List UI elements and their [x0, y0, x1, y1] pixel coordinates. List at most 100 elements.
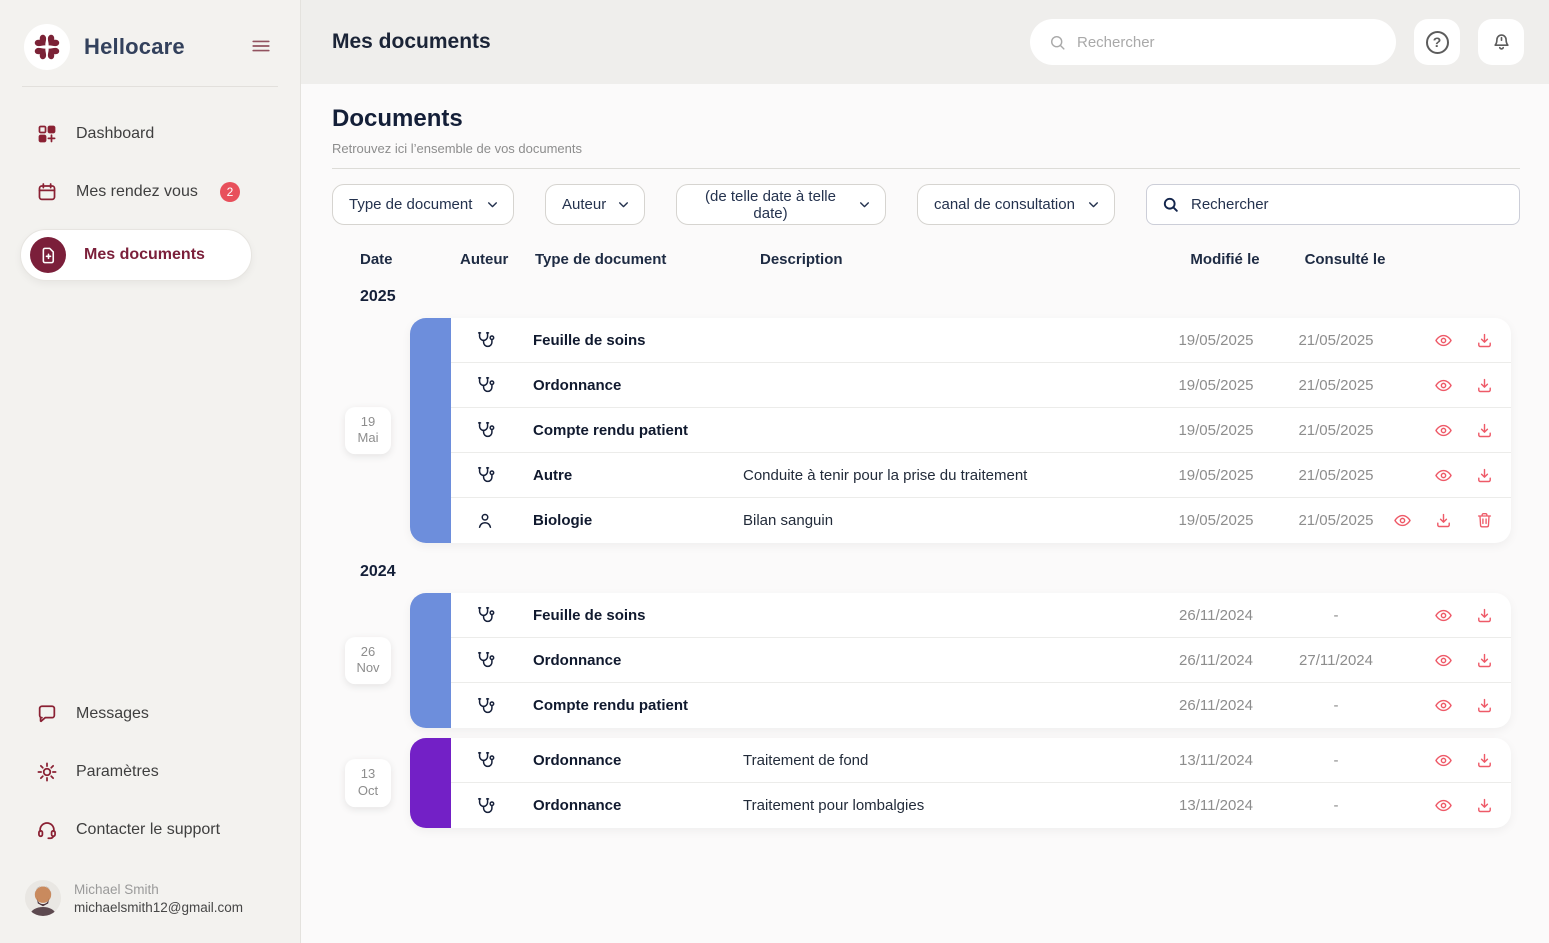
topbar: Mes documents	[301, 0, 1549, 84]
document-description: Traitement pour lombalgies	[743, 797, 1156, 814]
document-description: Traitement de fond	[743, 752, 1156, 769]
modified-date: 26/11/2024	[1156, 697, 1276, 714]
sidebar-item-parametres[interactable]: Paramètres	[20, 751, 280, 793]
row-actions	[1396, 696, 1511, 715]
user-profile[interactable]: Michael Smith michaelsmith12@gmail.com	[0, 855, 300, 943]
stethoscope-icon	[451, 605, 533, 625]
filter-author[interactable]: Auteur	[545, 184, 645, 225]
document-row[interactable]: Ordonnance26/11/202427/11/2024	[451, 638, 1511, 683]
document-row[interactable]: Feuille de soins26/11/2024-	[451, 593, 1511, 638]
sidebar-item-label: Mes rendez vous	[76, 183, 198, 201]
document-row[interactable]: AutreConduite à tenir pour la prise du t…	[451, 453, 1511, 498]
row-actions	[1396, 466, 1511, 485]
eye-icon[interactable]	[1434, 751, 1453, 770]
eye-icon[interactable]	[1434, 331, 1453, 350]
notifications-button[interactable]	[1478, 19, 1524, 65]
stethoscope-icon	[451, 750, 533, 770]
filters-row: Type de document Auteur (de telle date à…	[332, 184, 1520, 225]
trash-icon[interactable]	[1475, 511, 1494, 530]
stethoscope-icon	[451, 696, 533, 716]
download-icon[interactable]	[1475, 796, 1494, 815]
page-header-title: Mes documents	[332, 30, 491, 54]
year-section: 202519MaiFeuille de soins19/05/202521/05…	[332, 288, 1520, 543]
user-name: Michael Smith	[74, 882, 243, 897]
global-search[interactable]	[1030, 19, 1396, 65]
sidebar-footer-nav: Messages Paramètres Contacter le support	[0, 667, 300, 855]
document-group: 19MaiFeuille de soins19/05/202521/05/202…	[410, 318, 1511, 543]
eye-icon[interactable]	[1393, 511, 1412, 530]
rendezvous-count-badge: 2	[220, 182, 240, 202]
document-row[interactable]: OrdonnanceTraitement de fond13/11/2024-	[451, 738, 1511, 783]
document-type: Ordonnance	[533, 652, 743, 669]
download-icon[interactable]	[1434, 511, 1453, 530]
eye-icon[interactable]	[1434, 376, 1453, 395]
chevron-down-icon	[1087, 198, 1100, 211]
eye-icon[interactable]	[1434, 696, 1453, 715]
modified-date: 19/05/2025	[1156, 422, 1276, 439]
document-row[interactable]: BiologieBilan sanguin19/05/202521/05/202…	[451, 498, 1511, 543]
sidebar: Hellocare Dashboard Mes rendez vous 2 Me…	[0, 0, 301, 943]
consulted-date: 21/05/2025	[1276, 332, 1396, 349]
modified-date: 26/11/2024	[1156, 607, 1276, 624]
document-row[interactable]: Compte rendu patient26/11/2024-	[451, 683, 1511, 728]
filter-document-type[interactable]: Type de document	[332, 184, 514, 225]
date-badge: 13Oct	[345, 759, 391, 807]
filter-consultation-channel[interactable]: canal de consultation	[917, 184, 1115, 225]
date-badge: 19Mai	[345, 407, 391, 455]
help-icon	[1426, 31, 1449, 54]
hellocare-logo-icon	[24, 24, 70, 70]
documents-search[interactable]	[1146, 184, 1520, 225]
group-accent-bar	[410, 593, 451, 728]
eye-icon[interactable]	[1434, 466, 1453, 485]
row-actions	[1396, 376, 1511, 395]
sidebar-item-dashboard[interactable]: Dashboard	[20, 113, 280, 155]
global-search-input[interactable]	[1077, 34, 1378, 51]
download-icon[interactable]	[1475, 696, 1494, 715]
table-header: Date Auteur Type de document Description…	[332, 251, 1520, 268]
dashboard-icon	[36, 123, 58, 145]
gear-icon	[36, 761, 58, 783]
help-button[interactable]	[1414, 19, 1460, 65]
document-type: Ordonnance	[533, 752, 743, 769]
sidebar-item-documents[interactable]: Mes documents	[20, 229, 252, 281]
document-card: OrdonnanceTraitement de fond13/11/2024-O…	[410, 738, 1511, 828]
chevron-down-icon	[617, 198, 630, 211]
chevron-down-icon	[486, 198, 499, 211]
eye-icon[interactable]	[1434, 606, 1453, 625]
download-icon[interactable]	[1475, 751, 1494, 770]
eye-icon[interactable]	[1434, 421, 1453, 440]
modified-date: 19/05/2025	[1156, 332, 1276, 349]
document-type: Biologie	[533, 512, 743, 529]
eye-icon[interactable]	[1434, 796, 1453, 815]
modified-date: 13/11/2024	[1156, 752, 1276, 769]
document-row[interactable]: Compte rendu patient19/05/202521/05/2025	[451, 408, 1511, 453]
download-icon[interactable]	[1475, 421, 1494, 440]
document-sections: 202519MaiFeuille de soins19/05/202521/05…	[332, 288, 1520, 828]
date-badge: 26Nov	[345, 637, 391, 685]
document-row[interactable]: Ordonnance19/05/202521/05/2025	[451, 363, 1511, 408]
modified-date: 19/05/2025	[1156, 467, 1276, 484]
stethoscope-icon	[451, 375, 533, 395]
bell-icon	[1490, 31, 1513, 54]
filter-date-range[interactable]: (de telle date à telle date)	[676, 184, 886, 225]
download-icon[interactable]	[1475, 466, 1494, 485]
filter-label: (de telle date à telle date)	[693, 188, 848, 222]
eye-icon[interactable]	[1434, 651, 1453, 670]
sidebar-item-messages[interactable]: Messages	[20, 693, 280, 735]
menu-toggle-icon[interactable]	[246, 31, 276, 64]
sidebar-item-support[interactable]: Contacter le support	[20, 809, 280, 851]
modified-date: 13/11/2024	[1156, 797, 1276, 814]
chat-icon	[36, 703, 58, 725]
download-icon[interactable]	[1475, 606, 1494, 625]
document-description: Bilan sanguin	[743, 512, 1156, 529]
documents-search-input[interactable]	[1191, 196, 1505, 213]
document-row[interactable]: Feuille de soins19/05/202521/05/2025	[451, 318, 1511, 363]
document-row[interactable]: OrdonnanceTraitement pour lombalgies13/1…	[451, 783, 1511, 828]
sidebar-item-label: Contacter le support	[76, 821, 220, 839]
download-icon[interactable]	[1475, 651, 1494, 670]
download-icon[interactable]	[1475, 331, 1494, 350]
stethoscope-icon	[451, 465, 533, 485]
download-icon[interactable]	[1475, 376, 1494, 395]
modified-date: 26/11/2024	[1156, 652, 1276, 669]
sidebar-item-rendezvous[interactable]: Mes rendez vous 2	[20, 171, 280, 213]
